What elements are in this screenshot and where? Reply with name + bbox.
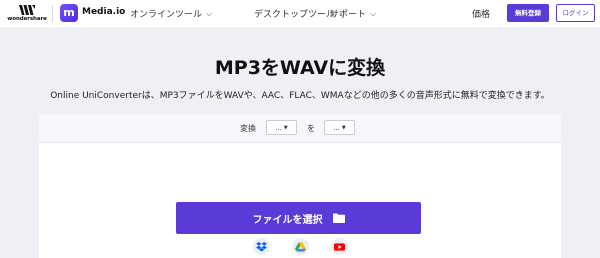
media-io-logo-icon[interactable]: m — [60, 4, 78, 22]
nav-online-tools-label: オンラインツール — [130, 10, 203, 20]
page-subtitle: Online UniConverterは、MP3ファイルをWAVや、AAC、FL… — [50, 91, 550, 101]
page-title: MP3をWAVに変換 — [214, 57, 386, 79]
cloud-source-row — [253, 238, 348, 256]
signup-button[interactable]: 無料登録 — [507, 4, 549, 22]
login-button[interactable]: ログイン — [556, 4, 595, 22]
caret-down-icon: ▼ — [283, 124, 288, 131]
top-header: wondershare m Media.io オンラインツール ⌵ デスクトップ… — [0, 0, 600, 27]
converter-card: 変換 ... ▼ を ... ▼ ファイルを選択 — [39, 114, 561, 258]
format-toolbar: 変換 ... ▼ を ... ▼ — [39, 114, 561, 143]
youtube-icon[interactable] — [331, 238, 348, 255]
target-format-value: ... — [333, 123, 340, 132]
target-format-select[interactable]: ... ▼ — [324, 120, 355, 135]
source-format-select[interactable]: ... ▼ — [266, 120, 297, 135]
wondershare-wordmark: wondershare — [7, 16, 47, 22]
nav-online-tools[interactable]: オンラインツール ⌵ — [130, 7, 213, 21]
chevron-down-icon: ⌵ — [206, 8, 213, 18]
pricing-link[interactable]: 価格 — [472, 7, 490, 20]
folder-icon — [332, 213, 345, 223]
choose-file-label: ファイルを選択 — [252, 214, 323, 226]
caret-down-icon: ▼ — [341, 124, 346, 131]
convert-to-label: を — [307, 124, 315, 133]
header-divider — [52, 5, 53, 22]
nav-support-label: サポート — [330, 10, 367, 20]
wondershare-mark-icon — [19, 5, 35, 15]
nav-desktop-tools-label: デスクトップツール — [254, 10, 336, 20]
choose-file-button[interactable]: ファイルを選択 — [176, 202, 421, 234]
product-name[interactable]: Media.io — [82, 7, 125, 17]
google-drive-icon[interactable] — [292, 238, 309, 255]
convert-from-label: 変換 — [240, 124, 256, 133]
wondershare-logo[interactable]: wondershare — [6, 3, 48, 24]
source-format-value: ... — [275, 123, 282, 132]
chevron-down-icon: ⌵ — [370, 8, 377, 18]
nav-support[interactable]: サポート ⌵ — [330, 7, 377, 21]
dropbox-icon[interactable] — [253, 238, 270, 255]
